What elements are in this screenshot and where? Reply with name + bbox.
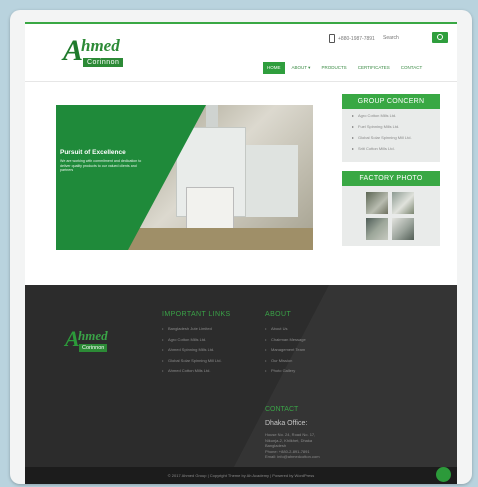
factory-photo-thumb[interactable] xyxy=(392,218,414,240)
factory-photo-thumb[interactable] xyxy=(392,192,414,214)
browser-frame: A hmed Corinnon +880-1987-7891 Home Abou… xyxy=(10,10,472,484)
photo-grid xyxy=(342,186,440,246)
nav-home[interactable]: Home xyxy=(263,62,285,74)
factory-photo-widget: FACTORY PHOTO xyxy=(342,171,440,246)
nav-products[interactable]: Products xyxy=(317,62,350,74)
logo-initial: A xyxy=(63,34,84,67)
search-button[interactable] xyxy=(432,32,448,43)
contact-block: CONTACT Dhaka Office: House No. 24, Road… xyxy=(265,406,355,460)
main-content: Pursuit of Excellence We are working wit… xyxy=(25,82,457,285)
about-link[interactable]: Our Mission xyxy=(265,358,335,364)
main-nav: Home About ▾ Products Certificates Conta… xyxy=(263,62,426,74)
hero-machine-base xyxy=(186,187,234,232)
phone-icon xyxy=(329,34,335,43)
office-line: Email: info@ahmedcotton.com xyxy=(265,454,320,459)
factory-photo-thumb[interactable] xyxy=(366,192,388,214)
office-label: Dhaka Office: xyxy=(265,420,308,427)
footer-link[interactable]: Agro Cotton Mills Ltd. xyxy=(162,337,248,343)
copyright-bar: © 2017 Ahmed Group | Copyright Theme by … xyxy=(25,467,457,484)
important-links-title: IMPORTANT LINKS xyxy=(162,311,231,318)
group-item[interactable]: Agro Cotton Mills Ltd. xyxy=(352,113,434,119)
about-link[interactable]: Management Team xyxy=(265,347,335,353)
back-to-top-button[interactable] xyxy=(436,467,451,482)
group-item[interactable]: Sriti Cotton Mills Ltd. xyxy=(352,146,434,152)
about-link[interactable]: About Us xyxy=(265,326,335,332)
sidebar: GROUP CONCERN Agro Cotton Mills Ltd. Fue… xyxy=(342,94,440,255)
factory-photo-thumb[interactable] xyxy=(366,218,388,240)
about-links: ABOUT About Us Chairman Message Manageme… xyxy=(265,311,335,379)
footer-link[interactable]: Ahmed Spinning Mills Ltd. xyxy=(162,347,248,353)
search-input[interactable] xyxy=(383,33,427,43)
contact-title: CONTACT xyxy=(265,406,299,413)
nav-certificates[interactable]: Certificates xyxy=(354,62,394,74)
about-link[interactable]: Chairman Message xyxy=(265,337,335,343)
about-link[interactable]: Photo Gallery xyxy=(265,368,335,374)
nav-about[interactable]: About ▾ xyxy=(288,62,315,74)
group-concern-title: GROUP CONCERN xyxy=(342,94,440,109)
hero-title: Pursuit of Excellence xyxy=(60,149,126,156)
group-concern-widget: GROUP CONCERN Agro Cotton Mills Ltd. Fue… xyxy=(342,94,440,162)
footer-link[interactable]: Ahmed Cotton Mills Ltd. xyxy=(162,368,248,374)
logo-word: hmed xyxy=(81,36,120,55)
phone-number: +880-1987-7891 xyxy=(338,35,375,42)
nav-contact[interactable]: Contact xyxy=(397,62,426,74)
footer-logo-word: hmed xyxy=(78,328,108,343)
group-item[interactable]: Global Solar Spinning Mill Ltd. xyxy=(352,135,434,141)
site-footer: A hmed Corinnon IMPORTANT LINKS Banglade… xyxy=(25,285,457,484)
hero-machine-secondary xyxy=(246,145,298,217)
site-header: A hmed Corinnon +880-1987-7891 Home Abou… xyxy=(25,24,457,82)
hero-text: We are working with commitment and dedic… xyxy=(60,159,142,172)
footer-logo-subtitle: Corinnon xyxy=(79,344,108,352)
web-page: A hmed Corinnon +880-1987-7891 Home Abou… xyxy=(25,22,457,484)
footer-link[interactable]: Global Solar Spinning Mill Ltd. xyxy=(162,358,248,364)
logo-subtitle: Corinnon xyxy=(83,58,124,67)
header-phone: +880-1987-7891 xyxy=(329,34,375,43)
footer-link[interactable]: Bangladesh Jute Limited xyxy=(162,326,248,332)
hero-slider[interactable]: Pursuit of Excellence We are working wit… xyxy=(56,105,313,250)
important-links: IMPORTANT LINKS Bangladesh Jute Limited … xyxy=(162,311,248,379)
site-logo[interactable]: A hmed Corinnon xyxy=(63,34,163,72)
factory-photo-title: FACTORY PHOTO xyxy=(342,171,440,186)
group-item[interactable]: Fuel Spinning Mills Ltd. xyxy=(352,124,434,130)
footer-logo[interactable]: A hmed Corinnon xyxy=(65,326,135,354)
about-title: ABOUT xyxy=(265,311,292,318)
